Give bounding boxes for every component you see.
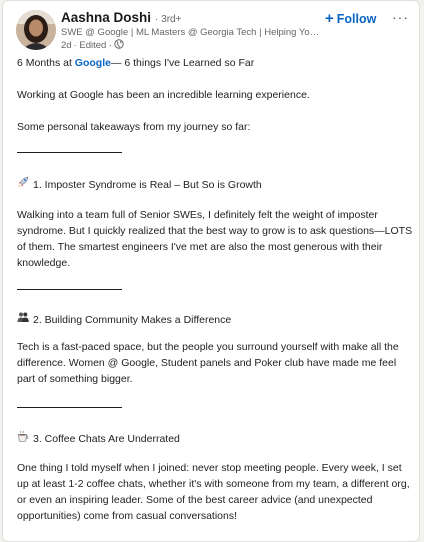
rocket-icon <box>17 176 30 193</box>
section-heading: 2. Building Community Makes a Difference <box>17 311 231 328</box>
post-intro: Working at Google has been an incredible… <box>17 89 310 101</box>
post-title: 6 Months at Google— 6 things I've Learne… <box>17 55 254 71</box>
post-card: Aashna Doshi · 3rd+ SWE @ Google | ML Ma… <box>2 0 420 542</box>
author-avatar[interactable] <box>16 10 56 50</box>
section-text: Tech is a fast-paced space, but the peop… <box>17 341 399 385</box>
follow-label: Follow <box>336 11 377 26</box>
post-meta: 2d · Edited · <box>61 39 124 52</box>
post-edited: · Edited · <box>73 40 113 51</box>
section-heading-text: 1. Imposter Syndrome is Real – But So is… <box>33 179 262 191</box>
author-name[interactable]: Aashna Doshi <box>61 10 151 25</box>
author-headline: SWE @ Google | ML Masters @ Georgia Tech… <box>61 27 323 38</box>
connection-degree: · 3rd+ <box>155 14 182 25</box>
avatar-photo <box>16 10 56 50</box>
takeaways-intro: Some personal takeaways from my journey … <box>17 121 251 133</box>
section-heading: 1. Imposter Syndrome is Real – But So is… <box>17 176 262 193</box>
people-icon <box>17 311 30 328</box>
section-heading-text: 2. Building Community Makes a Difference <box>33 314 232 326</box>
post-header: Aashna Doshi · 3rd+ SWE @ Google | ML Ma… <box>3 1 419 57</box>
coffee-icon <box>17 430 30 447</box>
section-text: Walking into a team full of Senior SWEs,… <box>17 209 413 269</box>
more-options-icon[interactable]: ··· <box>392 9 409 25</box>
section-heading: 3. Coffee Chats Are Underrated <box>17 430 180 447</box>
section-heading-text: 3. Coffee Chats Are Underrated <box>33 433 180 445</box>
follow-button[interactable]: + Follow <box>325 11 376 26</box>
globe-icon <box>114 39 124 52</box>
section-text: One thing I told myself when I joined: n… <box>17 462 410 522</box>
divider <box>17 289 122 290</box>
divider <box>17 152 122 153</box>
divider <box>17 407 122 408</box>
post-title-suffix: — 6 things I've Learned so Far <box>110 57 255 69</box>
google-mention-link[interactable]: Google <box>75 57 111 69</box>
post-time: 2d <box>61 40 72 51</box>
post-title-prefix: 6 Months at <box>17 57 75 69</box>
plus-icon: + <box>325 10 334 27</box>
author-name-row: Aashna Doshi · 3rd+ <box>61 10 181 25</box>
